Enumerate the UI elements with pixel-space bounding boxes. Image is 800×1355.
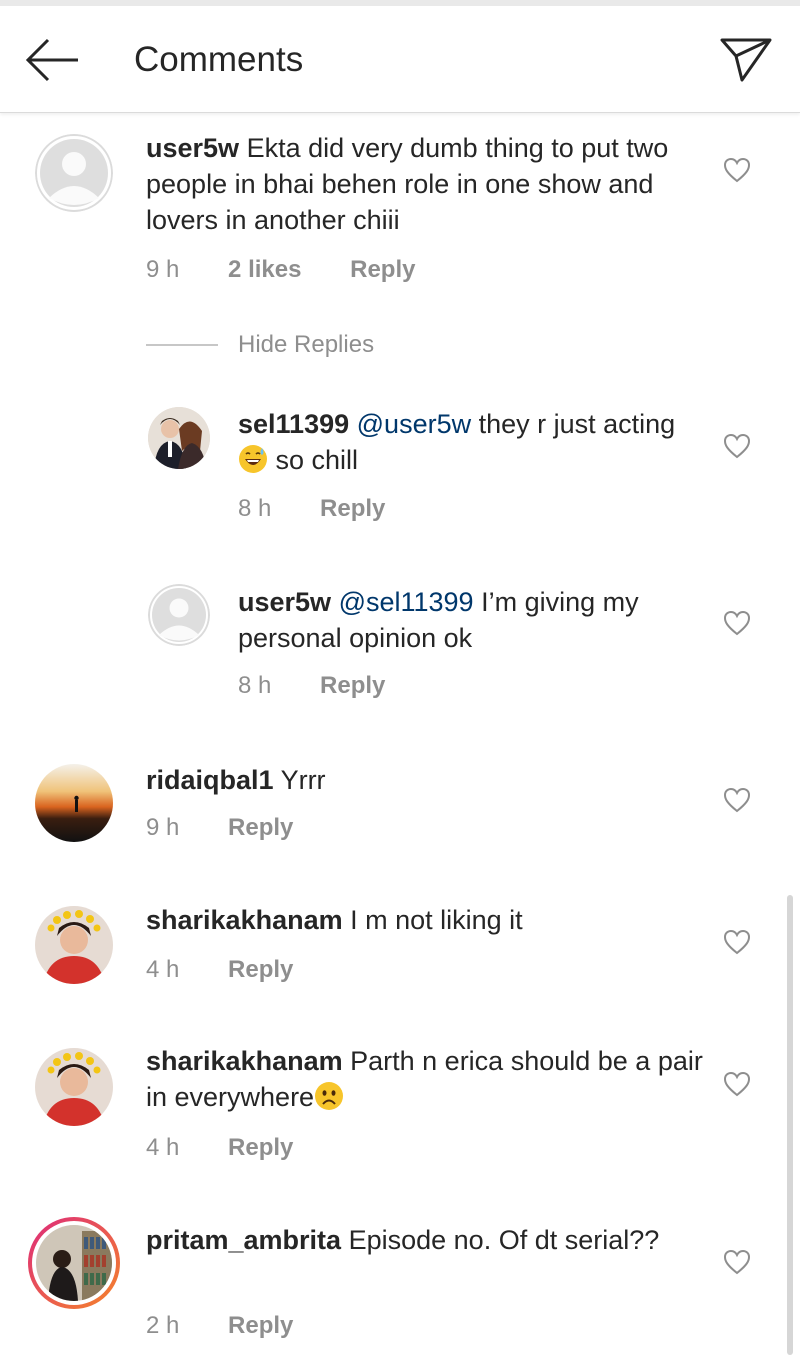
comment-username[interactable]: pritam_ambrita [146, 1225, 341, 1255]
reply-button[interactable]: Reply [228, 956, 293, 984]
sunset-photo-avatar-icon [35, 764, 113, 842]
comment-text: user5w Ekta did very dumb thing to put t… [146, 130, 706, 238]
comment-text: sel11399 @user5w they r just acting so c… [238, 406, 678, 478]
heart-icon[interactable] [723, 929, 751, 955]
girl-photo-avatar-icon [35, 906, 113, 984]
comment-time: 8 h [238, 672, 272, 699]
comment-text: sharikakhanam Parth n erica should be a … [146, 1043, 706, 1115]
heart-icon[interactable] [723, 610, 751, 636]
comment-body: Episode no. Of dt serial?? [348, 1225, 660, 1255]
avatar[interactable] [36, 1225, 112, 1301]
comment-body: Yrrr [280, 765, 326, 795]
likes-count[interactable]: 2 likes [228, 256, 301, 284]
comment-time: 4 h [146, 956, 180, 983]
comment-username[interactable]: ridaiqbal1 [146, 765, 274, 795]
comments-header: Comments [0, 0, 800, 113]
comment-username[interactable]: sharikakhanam [146, 1046, 343, 1076]
comment-body: I m not liking it [350, 905, 523, 935]
comment-time: 9 h [146, 814, 180, 841]
comment-meta: 8 h Reply [238, 495, 427, 523]
avatar[interactable] [35, 906, 113, 984]
comment-body: they r just acting [478, 409, 676, 439]
reply-button[interactable]: Reply [350, 256, 415, 284]
girl-photo-avatar-icon [35, 1048, 113, 1126]
avatar[interactable] [148, 407, 210, 469]
comment-username[interactable]: user5w [238, 587, 331, 617]
heart-icon[interactable] [723, 157, 751, 183]
avatar[interactable] [35, 764, 113, 842]
mention-link[interactable]: @sel11399 [339, 587, 474, 617]
status-bar-strip [0, 0, 800, 6]
arrow-left-icon [25, 38, 78, 82]
worried-face-emoji [315, 1082, 344, 1110]
scrollbar[interactable] [787, 895, 793, 1355]
hide-replies-label: Hide Replies [238, 331, 375, 358]
page-title: Comments [134, 40, 304, 79]
comment-meta: 9 h 2 likes Reply [146, 256, 457, 284]
comment-text: user5w @sel11399 I’m giving my personal … [238, 584, 708, 656]
comment-username[interactable]: sel11399 [238, 409, 349, 439]
comment-body-end: so chill [268, 445, 359, 475]
library-photo-avatar-icon [36, 1225, 112, 1301]
reply-button[interactable]: Reply [228, 1134, 293, 1162]
comment-username[interactable]: sharikakhanam [146, 905, 343, 935]
heart-icon[interactable] [723, 787, 751, 813]
divider [146, 344, 218, 346]
heart-icon[interactable] [723, 1249, 751, 1275]
share-button[interactable] [716, 30, 776, 86]
comment-username[interactable]: user5w [146, 133, 239, 163]
comment-text: sharikakhanam I m not liking it [146, 902, 706, 938]
comment-meta: 9 h Reply [146, 814, 335, 842]
avatar[interactable] [35, 134, 113, 212]
default-avatar-icon [35, 134, 113, 212]
comment-time: 4 h [146, 1134, 180, 1161]
reply-button[interactable]: Reply [228, 814, 293, 842]
paper-plane-icon [720, 38, 772, 82]
comment-text: ridaiqbal1 Yrrr [146, 762, 706, 798]
couple-photo-avatar-icon [148, 407, 210, 469]
reply-button[interactable]: Reply [228, 1312, 293, 1340]
heart-icon[interactable] [723, 1071, 751, 1097]
heart-icon[interactable] [723, 433, 751, 459]
comment-meta: 4 h Reply [146, 956, 335, 984]
comment-time: 8 h [238, 495, 272, 522]
mention-link[interactable]: @user5w [357, 409, 471, 439]
avatar[interactable] [148, 584, 210, 646]
avatar[interactable] [35, 1048, 113, 1126]
back-button[interactable] [22, 34, 82, 86]
reply-button[interactable]: Reply [320, 672, 385, 700]
default-avatar-icon [148, 584, 210, 646]
comment-time: 9 h [146, 256, 180, 283]
comment-text: pritam_ambrita Episode no. Of dt serial?… [146, 1222, 706, 1258]
comment-meta: 8 h Reply [238, 672, 427, 700]
comment-meta: 4 h Reply [146, 1134, 335, 1162]
comment-time: 2 h [146, 1312, 180, 1339]
comment-meta: 2 h Reply [146, 1312, 335, 1340]
grinning-sweat-emoji [239, 445, 267, 473]
reply-button[interactable]: Reply [320, 495, 385, 523]
